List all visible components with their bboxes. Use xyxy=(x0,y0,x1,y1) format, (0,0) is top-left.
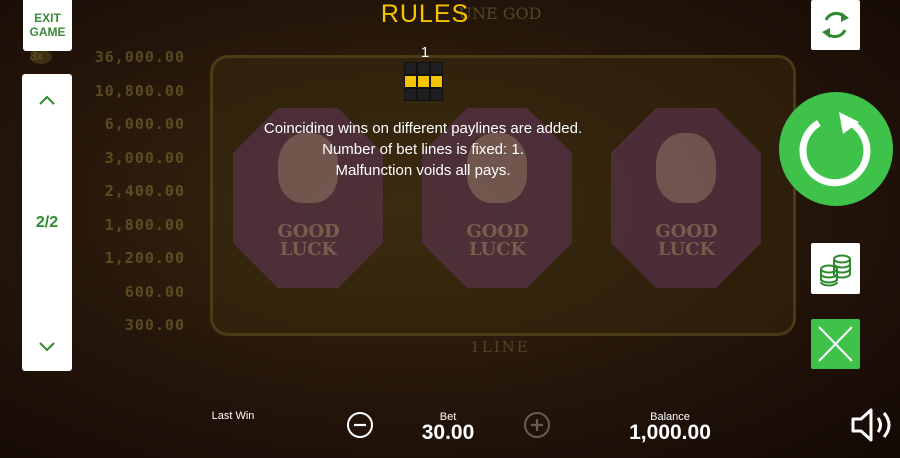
payline-cell xyxy=(418,89,429,100)
autoplay-button[interactable] xyxy=(811,0,860,50)
bet-settings-button[interactable] xyxy=(811,243,860,294)
paytable-amount: 1,200.00 xyxy=(104,249,185,267)
close-x-icon xyxy=(818,326,853,362)
payline-cell xyxy=(431,89,442,100)
plus-circle-icon[interactable] xyxy=(523,411,551,439)
exit-game-button[interactable]: EXIT GAME xyxy=(23,0,72,51)
paytable-amount: 2,400.00 xyxy=(104,182,185,200)
chevron-down-icon[interactable] xyxy=(35,336,59,356)
paytable-amount: 300.00 xyxy=(124,316,185,334)
spin-button[interactable] xyxy=(779,92,893,206)
payline-cell xyxy=(431,63,442,74)
good-luck-text: GOOD LUCK xyxy=(466,221,529,260)
bet-value: 30.00 xyxy=(421,421,475,444)
paytable-amount: 600.00 xyxy=(124,282,185,301)
paytable-amount: 3,000.00 xyxy=(104,148,185,167)
payline-pattern-icon xyxy=(404,62,443,101)
rules-text: Coinciding wins on different paylines ar… xyxy=(223,118,623,181)
close-rules-button[interactable] xyxy=(811,319,860,369)
exit-label: EXIT xyxy=(34,11,61,25)
paytable-multiplier: 3x xyxy=(30,49,43,63)
rules-line: Number of bet lines is fixed: 1. xyxy=(322,141,524,158)
paytable-amount: 10,800.00 xyxy=(94,81,185,100)
paytable-amount: 36,000.00 xyxy=(94,48,185,66)
line-count-label: 1LINE xyxy=(470,338,530,356)
payline-cell xyxy=(418,63,429,74)
reel-1: GOOD LUCK xyxy=(221,78,396,308)
rules-pager: 2/2 xyxy=(22,74,72,371)
balance-value: 1,000.00 xyxy=(629,421,711,444)
coins-stack-icon xyxy=(820,254,851,287)
game-label: GAME xyxy=(29,25,66,39)
reels-frame: GOOD LUCK GOOD LUCK GOOD LUCK xyxy=(210,55,796,336)
payline-number: 1 xyxy=(420,44,430,61)
payline-cell xyxy=(405,63,416,74)
refresh-icon xyxy=(822,11,849,39)
rules-line: Coinciding wins on different paylines ar… xyxy=(263,120,583,137)
minus-circle-icon[interactable] xyxy=(346,411,374,439)
reel-3: GOOD LUCK xyxy=(599,78,774,308)
rules-title: RULES xyxy=(380,0,470,28)
payline-cell xyxy=(405,89,416,100)
page-indicator: 2/2 xyxy=(35,214,59,231)
spin-arrow-icon xyxy=(799,112,871,187)
good-luck-text: GOOD LUCK xyxy=(655,221,718,260)
payline-cell xyxy=(405,76,416,87)
paytable-amount: 1,800.00 xyxy=(104,215,185,234)
reel-2: GOOD LUCK xyxy=(410,78,585,308)
deity-symbol xyxy=(656,133,716,203)
chevron-up-icon[interactable] xyxy=(35,90,59,110)
paytable-amount: 6,000.00 xyxy=(104,115,185,133)
payline-cell xyxy=(431,76,442,87)
good-luck-text: GOOD LUCK xyxy=(277,221,340,260)
payline-cell xyxy=(418,76,429,87)
rules-line: Malfunction voids all pays. xyxy=(335,162,511,179)
last-win-label: Last Win xyxy=(211,410,255,422)
speaker-icon[interactable] xyxy=(849,405,899,445)
